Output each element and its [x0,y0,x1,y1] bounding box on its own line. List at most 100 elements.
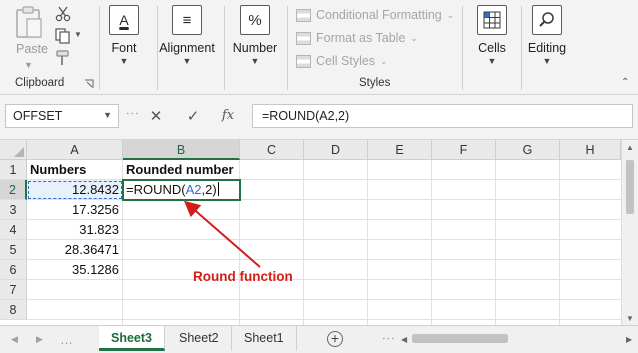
tab-sheet3[interactable]: Sheet3 [99,326,165,351]
conditional-formatting-button[interactable]: Conditional Formatting ⌄ [296,5,454,25]
ribbon-separator [287,6,288,90]
chevron-down-icon: ⌄ [410,32,418,43]
row-header-2[interactable]: 2 [0,180,27,200]
alignment-icon: ≡ [172,5,202,35]
cell-a1[interactable]: Numbers [27,160,123,180]
chevron-down-icon: ▼ [119,56,129,66]
column-header-d[interactable]: D [304,140,368,160]
cell-a6[interactable]: 35.1286 [27,260,123,280]
chevron-down-icon: ▼ [182,56,192,66]
cell-b1[interactable]: Rounded number [123,160,240,180]
row-header-7[interactable]: 7 [0,280,27,300]
name-box[interactable]: OFFSET ▼ [5,104,119,128]
percent-icon: % [240,5,270,35]
scroll-left-icon[interactable]: ◀ [401,335,407,344]
chevron-down-icon: ▼ [487,56,497,66]
column-header-b[interactable]: B [123,140,240,160]
ribbon-separator [224,6,225,90]
column-header-h[interactable]: H [560,140,621,160]
font-button[interactable]: A Font ▼ [102,5,146,66]
copy-dropdown-chevron-icon[interactable]: ▼ [74,30,82,39]
number-label: Number [232,41,278,55]
worksheet-grid: A B C D E F G H 1 2 3 4 5 6 7 8 Numbers … [0,139,638,326]
column-header-c[interactable]: C [240,140,304,160]
scroll-up-icon[interactable]: ▲ [626,143,634,152]
formula-reference: A2 [185,182,202,197]
ribbon-separator [462,6,463,90]
tab-sheet2[interactable]: Sheet2 [167,326,232,351]
sheet-tab-bar: ◀ ▶ … Sheet3 Sheet2 Sheet1 + ⋮ ◀ ▶ [0,325,638,353]
clipboard-dialog-launcher-icon[interactable] [84,78,94,88]
row-header-4[interactable]: 4 [0,220,27,240]
tab-sheet1[interactable]: Sheet1 [232,326,297,351]
cell-b2-editor[interactable]: =ROUND(A2,2) [122,179,241,201]
formula-input[interactable]: =ROUND(A2,2) [252,104,633,128]
paste-button-label[interactable]: Paste [16,42,48,56]
cell-a2[interactable]: 12.8432 [27,180,123,200]
cell-a4[interactable]: 31.823 [27,220,123,240]
column-header-a[interactable]: A [27,140,123,160]
text-cursor [217,182,219,196]
paste-icon[interactable] [14,6,44,40]
horizontal-scroll-thumb[interactable] [412,334,508,343]
paste-dropdown-chevron-icon[interactable]: ▼ [24,60,33,70]
insert-function-icon[interactable]: fx [218,108,238,123]
editing-button[interactable]: Editing ▼ [523,5,571,66]
cell-a3[interactable]: 17.3256 [27,200,123,220]
cut-icon[interactable] [54,6,72,22]
formula-bar: OFFSET ▼ ⋮ ✕ ✓ fx =ROUND(A2,2) [0,95,638,139]
copy-icon[interactable] [54,28,72,44]
alignment-button[interactable]: ≡ Alignment ▼ [158,5,216,66]
cell-a5[interactable]: 28.36471 [27,240,123,260]
clipboard-group-label: Clipboard [15,77,65,89]
enter-check-icon[interactable]: ✓ [183,107,203,125]
cell-styles-icon [296,54,311,68]
formula-prefix: =ROUND( [126,182,186,197]
scroll-thumb[interactable] [626,160,634,214]
ribbon: Paste ▼ ▼ Clipboard A Font ▼ ≡ Alignment… [0,0,638,95]
search-icon [532,5,562,35]
scroll-down-icon[interactable]: ▼ [626,314,634,323]
column-header-g[interactable]: G [496,140,560,160]
next-sheet-icon[interactable]: ▶ [36,334,43,345]
format-as-table-icon [296,31,311,45]
previous-sheet-icon[interactable]: ◀ [11,334,18,345]
cancel-icon[interactable]: ✕ [146,107,166,125]
format-as-table-button[interactable]: Format as Table ⌄ [296,28,418,48]
font-icon: A [109,5,139,35]
collapse-ribbon-chevron-icon[interactable]: ⌃ [621,77,629,88]
row-header-3[interactable]: 3 [0,200,27,220]
column-header-e[interactable]: E [368,140,432,160]
select-all-button[interactable] [0,140,27,160]
styles-group-label: Styles [359,77,391,89]
format-painter-icon[interactable] [54,50,72,66]
annotation-label: Round function [193,269,293,284]
cells-label: Cells [478,41,506,55]
cell-styles-button[interactable]: Cell Styles ⌄ [296,51,388,71]
row-header-1[interactable]: 1 [0,160,27,180]
editing-label: Editing [527,41,567,55]
resize-handle-icon[interactable]: ⋮ [125,107,140,119]
scroll-right-icon[interactable]: ▶ [626,335,632,344]
cells-button[interactable]: Cells ▼ [470,5,514,66]
row-header-6[interactable]: 6 [0,260,27,280]
alignment-label: Alignment [159,41,215,55]
font-label: Font [111,41,137,55]
vertical-scrollbar[interactable]: ▲ ▼ [621,140,638,326]
row-header-5[interactable]: 5 [0,240,27,260]
row-header-8[interactable]: 8 [0,300,27,320]
chevron-down-icon[interactable]: ▼ [103,110,112,120]
ribbon-separator [99,6,100,90]
column-header-f[interactable]: F [432,140,496,160]
formula-suffix: ,2) [201,182,217,197]
chevron-down-icon: ⌄ [380,55,388,66]
chevron-down-icon: ▼ [542,56,552,66]
number-button[interactable]: % Number ▼ [230,5,280,66]
conditional-formatting-icon [296,8,311,22]
cells-icon [477,5,507,35]
chevron-down-icon: ▼ [250,56,260,66]
more-sheets-icon[interactable]: … [60,332,73,347]
add-sheet-button[interactable]: + [327,331,343,347]
resize-handle-icon[interactable]: ⋮ [381,332,396,344]
ribbon-separator [521,6,522,90]
